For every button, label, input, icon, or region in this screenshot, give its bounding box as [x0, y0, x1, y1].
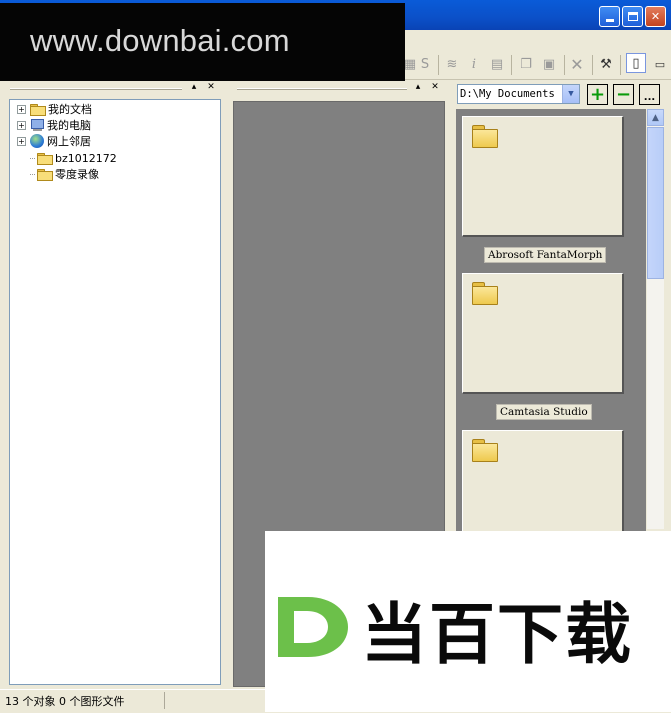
stack-icon[interactable]: ≋	[443, 55, 461, 73]
remove-favorite-button[interactable]: −	[613, 84, 634, 105]
watermark-logo-icon	[278, 597, 348, 657]
maximize-button[interactable]	[622, 6, 643, 27]
status-text: 13 个对象 0 个图形文件	[5, 695, 125, 708]
minimize-button[interactable]	[599, 6, 620, 27]
sheet-icon[interactable]: ▤	[488, 55, 506, 73]
folder-icon	[472, 439, 498, 462]
path-value: D:\My Documents	[460, 88, 555, 100]
tree-panel-header: ▴ ✕	[4, 81, 222, 95]
tree-connector	[30, 173, 35, 175]
s-icon[interactable]: S	[416, 55, 434, 73]
thumbnail-item[interactable]	[462, 273, 624, 394]
tree-item-bz1012172[interactable]: bz1012172	[30, 150, 117, 166]
plus-icon: +	[589, 83, 606, 105]
preview-panel-header: ▴ ✕	[231, 81, 445, 95]
watermark-bottom: 当百下载	[265, 531, 671, 712]
toolbar-separator	[438, 55, 439, 75]
my-computer-icon	[30, 118, 44, 132]
folder-icon	[37, 168, 53, 181]
expand-icon[interactable]: +	[17, 136, 26, 146]
tree-item-lingdu-luxiang[interactable]: 零度录像	[30, 166, 99, 182]
maximize-icon	[627, 12, 638, 21]
copy-icon[interactable]: ❐	[517, 55, 535, 73]
expand-icon[interactable]: +	[17, 120, 26, 130]
toolbar: ▦ S ≋ i ▤ ❐ ▣ ✕ ⚒ ▯ ▭	[404, 51, 671, 80]
info-icon[interactable]: i	[465, 55, 483, 73]
tree-item-label: 零度录像	[55, 168, 99, 181]
browse-button[interactable]: ...	[639, 84, 660, 105]
tree-item-my-computer[interactable]: + 我的电脑	[17, 117, 91, 133]
panel-grip[interactable]	[10, 88, 182, 90]
thumbnail-caption: Camtasia Studio	[496, 404, 592, 420]
tree-item-label: 我的电脑	[47, 119, 91, 132]
panel-collapse-icon[interactable]: ▴	[412, 82, 424, 92]
thumbnail-item[interactable]	[462, 116, 624, 237]
folder-icon	[37, 152, 53, 165]
scroll-thumb[interactable]	[647, 127, 664, 279]
view-mode-alt-icon[interactable]: ▭	[651, 55, 669, 73]
watermark-url-text: www.downbai.com	[30, 23, 290, 58]
view-mode-icon[interactable]: ▯	[626, 53, 646, 73]
minus-icon: −	[615, 83, 632, 105]
close-button[interactable]: ✕	[645, 6, 666, 27]
status-divider	[164, 692, 165, 709]
add-favorite-button[interactable]: +	[587, 84, 608, 105]
toolbar-separator	[511, 55, 512, 75]
tree-item-network[interactable]: + 网上邻居	[17, 133, 91, 149]
panel-close-icon[interactable]: ✕	[429, 82, 441, 92]
panel-collapse-icon[interactable]: ▴	[188, 82, 200, 92]
tree-connector	[30, 157, 35, 159]
folder-icon	[472, 125, 498, 148]
my-documents-icon	[30, 103, 46, 116]
tree-item-my-documents[interactable]: + 我的文档	[17, 101, 92, 117]
thumbnail-caption: Abrosoft FantaMorph	[484, 247, 607, 263]
tree-item-label: 网上邻居	[47, 135, 91, 148]
ellipsis-icon: ...	[643, 92, 656, 103]
vertical-scrollbar[interactable]: ▲	[647, 109, 664, 529]
close-icon: ✕	[650, 10, 661, 23]
tree-item-label: bz1012172	[55, 151, 117, 165]
s-label: S	[420, 56, 430, 72]
paste-icon[interactable]: ▣	[540, 55, 558, 73]
chevron-down-icon[interactable]: ▼	[562, 85, 579, 103]
toolbar-separator	[564, 55, 565, 75]
delete-icon[interactable]: ✕	[568, 55, 586, 74]
scroll-up-icon[interactable]: ▲	[647, 109, 664, 126]
toolbar-separator	[620, 55, 621, 75]
panel-close-icon[interactable]: ✕	[205, 82, 217, 92]
network-icon	[30, 134, 44, 148]
folder-icon	[472, 282, 498, 305]
folder-tree[interactable]: + 我的文档 + 我的电脑 + 网上邻居 bz1012172 零度录像	[9, 99, 221, 685]
watermark-top: www.downbai.com	[0, 3, 405, 81]
info-label: i	[471, 56, 477, 72]
panel-grip[interactable]	[237, 88, 407, 90]
toolbar-separator	[592, 55, 593, 75]
tree-item-label: 我的文档	[48, 103, 92, 116]
path-combo[interactable]: D:\My Documents ▼	[457, 84, 580, 104]
tools-icon[interactable]: ⚒	[597, 55, 615, 73]
expand-icon[interactable]: +	[17, 104, 26, 114]
watermark-brand-text: 当百下载	[361, 596, 633, 673]
minimize-icon	[605, 19, 614, 22]
